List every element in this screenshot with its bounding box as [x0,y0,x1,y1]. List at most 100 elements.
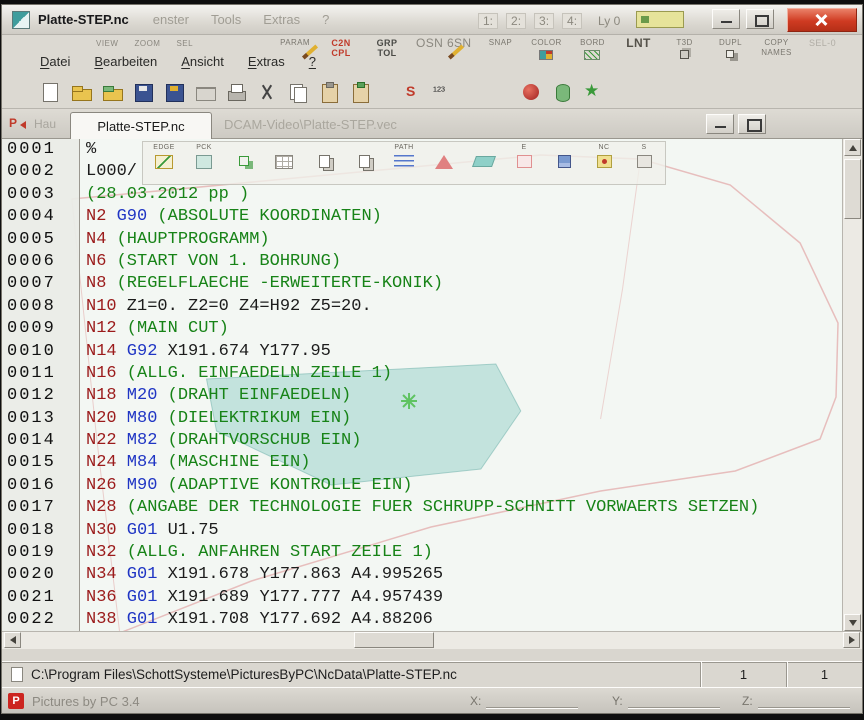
code-line[interactable]: 0020 N34 G01 X191.678 Y177.863 A4.995265 [2,564,842,586]
code-line[interactable]: 0021 N36 G01 X191.689 Y177.777 A4.957439 [2,587,842,609]
mini-tool-label [547,143,581,152]
doc-restore-button[interactable] [738,114,766,134]
mini-tool-grid[interactable] [267,143,301,183]
code-line[interactable]: 0013 N20 M80 (DIELEKTRIKUM EIN) [2,408,842,430]
tool-group-param[interactable]: PARAM [278,38,312,48]
tool-group-copy-names[interactable]: COPY NAMES [759,38,793,58]
folder-open-icon[interactable] [69,81,93,103]
view-button[interactable]: 4: [562,13,583,29]
mini-tool-gsq[interactable] [227,143,261,183]
layer-color-swatch[interactable] [636,11,684,28]
printer-icon[interactable] [224,81,248,103]
view-button[interactable]: 2: [506,13,527,29]
tool-group-color[interactable]: COLOR [529,38,563,60]
clipboard-check-icon[interactable] [348,81,372,103]
tool-group-c2n-cpl[interactable]: C2N CPL [324,38,358,58]
background-menu-bar: enster Tools Extras? [153,12,330,27]
code-line[interactable]: 0014 N22 M82 (DRAHTVORSCHUB EIN) [2,430,842,452]
tool-group-grp-tol[interactable]: GRP TOL [370,38,404,58]
mini-tool-redtri[interactable] [427,143,461,183]
close-button[interactable] [787,8,857,32]
mini-tool-s[interactable]: S [627,143,661,183]
code-line[interactable]: 0009 N12 (MAIN CUT) [2,318,842,340]
mini-tool-pages[interactable] [307,143,341,183]
code-line[interactable]: 0012 N18 M20 (DRAHT EINFAEDELN) [2,385,842,407]
mini-tool-cube[interactable] [547,143,581,183]
code-line[interactable]: 0007 N8 (REGELFLAECHE -ERWEITERTE-KONIK) [2,273,842,295]
menu-ansicht[interactable]: Ansicht [181,54,224,69]
code-text: % [86,140,97,159]
code-line[interactable]: 0004 N2 G90 (ABSOLUTE KOORDINATEN) [2,206,842,228]
code-text: L000/ [86,162,138,182]
tool-group-t3d[interactable]: T3D [667,38,701,59]
view-button[interactable]: 3: [534,13,555,29]
horizontal-scroll-thumb[interactable] [354,632,434,648]
view-button[interactable]: 1: [478,13,499,29]
scroll-left-button[interactable] [4,632,21,648]
cylinder-icon[interactable] [550,81,574,103]
line-number: 0003 [7,184,56,204]
pages-icon[interactable] [286,81,310,103]
code-line[interactable]: 0008 N10 Z1=0. Z2=0 Z4=H92 Z5=20. [2,296,842,318]
tab-platte-step-nc[interactable]: Platte-STEP.nc [70,112,212,139]
star-icon[interactable] [581,81,605,103]
vertical-scrollbar[interactable] [842,139,862,631]
mini-tool-teal[interactable] [467,143,501,183]
palette-icon[interactable] [519,81,543,103]
code-line[interactable]: 0016 N26 M90 (ADAPTIVE KONTROLLE EIN) [2,475,842,497]
vertical-scroll-thumb[interactable] [844,159,861,219]
line-number: 0007 [7,274,56,294]
tool-group-dupl[interactable]: DUPL [713,38,747,61]
code-line[interactable]: 0010 N14 G92 X191.674 Y177.95 [2,341,842,363]
code-line[interactable]: 0006 N6 (START VON 1. BOHRUNG) [2,251,842,273]
tool-group-snap[interactable]: SNAP [483,38,517,48]
mini-tool-pck[interactable]: PCK [187,143,221,183]
mini-tool-e[interactable]: E [507,143,541,183]
scroll-right-button[interactable] [843,632,860,648]
floppy-pen-icon[interactable] [162,81,186,103]
doc-minimize-button[interactable] [706,114,734,134]
superscript-123-icon[interactable] [430,81,454,103]
mini-tool-label: E [521,144,527,151]
drawer-icon[interactable] [193,81,217,103]
mini-tool-nc[interactable]: NC [587,143,621,183]
line-number: 0020 [7,565,56,585]
scroll-down-button[interactable] [844,614,861,631]
code-text: N38 G01 X191.708 Y177.692 A4.88206 [86,610,433,630]
mini-tool-label [267,143,301,152]
hatch-icon [584,50,601,60]
code-lines[interactable]: 0001% 0002 L000/0003 (28.03.2012 pp ) 0004 N2… [2,139,842,631]
tool-group-sel-0[interactable]: SEL-0 [805,38,839,48]
maximize-button[interactable] [746,9,774,29]
code-text: (28.03.2012 pp ) [86,184,250,204]
pck-icon [196,155,212,169]
code-line[interactable]: 0022 N38 G01 X191.708 Y177.692 A4.88206 [2,609,842,631]
code-line[interactable]: 0015 N24 M84 (MASCHINE EIN) [2,452,842,474]
code-line[interactable]: 0019 N32 (ALLG. ANFAHREN START ZEILE 1) [2,542,842,564]
cube-small-icon [679,50,689,59]
code-line[interactable]: 0017 N28 (ANGABE DER TECHNOLOGIE FUER SCH… [2,497,842,519]
minimize-button[interactable] [712,9,740,29]
horizontal-scrollbar[interactable] [2,631,862,649]
new-doc-icon[interactable] [38,81,62,103]
mini-tool-pages[interactable] [347,143,381,183]
scroll-up-button[interactable] [844,139,861,156]
sbox-icon [636,155,652,168]
menu-bearbeiten[interactable]: Bearbeiten [94,54,157,69]
code-line[interactable]: 0005 N4 (HAUPTPROGRAMM) [2,229,842,251]
floppy-icon[interactable] [131,81,155,103]
stamp-s-icon[interactable] [399,81,423,103]
code-line[interactable]: 0003 (28.03.2012 pp ) [2,184,842,206]
tool-group-lnt[interactable]: LNT [621,37,655,49]
clipboard-icon[interactable] [317,81,341,103]
mini-tool-edge[interactable]: EDGE [147,143,181,183]
code-text: N34 G01 X191.678 Y177.863 A4.995265 [86,565,444,585]
code-line[interactable]: 0018 N30 G01 U1.75 [2,520,842,542]
scissors-icon[interactable] [255,81,279,103]
menu-datei[interactable]: Datei [40,54,70,69]
code-line[interactable]: 0011 N16 (ALLG. EINFAEDELN ZEILE 1) [2,363,842,385]
code-text: N4 (HAUPTPROGRAMM) [86,229,270,249]
folder-add-icon[interactable] [100,81,124,103]
mini-tool-path[interactable]: PATH [387,143,421,183]
tool-group-bord[interactable]: BORD [575,38,609,60]
